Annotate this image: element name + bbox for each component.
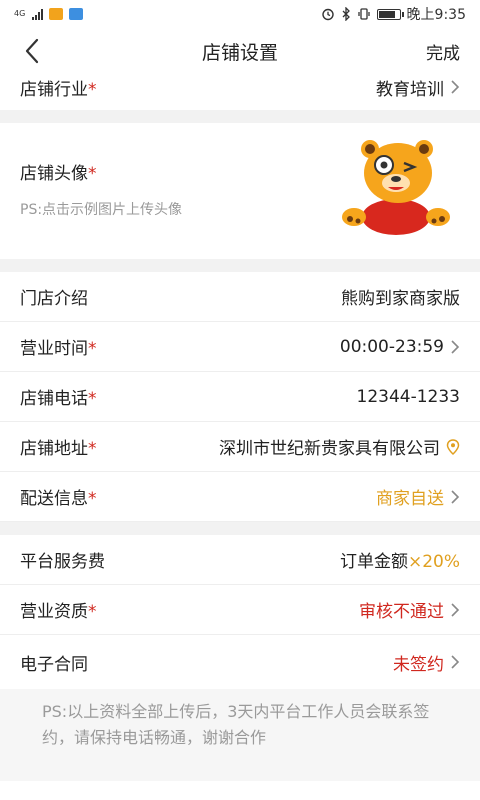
fee-value-highlight: ×20% — [407, 552, 460, 572]
industry-label: 店铺行业 — [20, 79, 88, 100]
required-mark: * — [88, 164, 97, 184]
address-value: 深圳市世纪新贵家具有限公司 — [219, 439, 440, 459]
intro-value: 熊购到家商家版 — [341, 289, 460, 309]
industry-value: 教育培训 — [376, 79, 444, 100]
delivery-label: 配送信息 — [20, 489, 88, 509]
page-title: 店铺设置 — [201, 41, 278, 64]
contract-row[interactable]: 电子合同 未签约 — [0, 635, 480, 689]
required-mark: * — [88, 489, 97, 509]
chevron-right-icon — [451, 489, 460, 504]
section-divider — [0, 110, 480, 123]
phone-row[interactable]: 店铺电话* 12344-1233 — [0, 372, 480, 422]
network-label: 4G — [14, 9, 26, 18]
avatar-label: 店铺头像 — [20, 164, 88, 184]
avatar-section: 店铺头像* PS:点击示例图片上传头像 — [0, 123, 480, 259]
chevron-right-icon — [451, 602, 460, 617]
required-mark: * — [88, 339, 97, 359]
delivery-value: 商家自送 — [376, 489, 444, 509]
signal-icon — [32, 8, 44, 20]
qualification-label: 营业资质 — [20, 602, 88, 622]
section-divider — [0, 522, 480, 535]
status-bar: 4G 晚上9:35 — [0, 0, 480, 28]
contract-status: 未签约 — [393, 654, 444, 675]
industry-row[interactable]: 店铺行业* 教育培训 — [0, 64, 480, 110]
address-row[interactable]: 店铺地址* 深圳市世纪新贵家具有限公司 — [0, 422, 480, 472]
chevron-right-icon — [451, 339, 460, 354]
fee-value-prefix: 订单金额 — [339, 552, 408, 572]
required-mark: * — [88, 439, 97, 459]
fee-row: 平台服务费 订单金额×20% — [0, 535, 480, 585]
hours-value: 00:00-23:59 — [339, 336, 444, 357]
back-chevron-left-icon[interactable] — [18, 36, 48, 66]
avatar-bear-image[interactable] — [338, 139, 462, 239]
required-mark: * — [88, 389, 97, 409]
section-divider — [0, 259, 480, 272]
address-label: 店铺地址 — [20, 439, 88, 459]
chevron-right-icon — [451, 80, 460, 94]
contract-label: 电子合同 — [20, 654, 88, 675]
app-notification-icon — [49, 8, 64, 20]
avatar-hint: PS:点击示例图片上传头像 — [20, 202, 183, 218]
hours-label: 营业时间 — [20, 339, 88, 359]
hours-row[interactable]: 营业时间* 00:00-23:59 — [0, 322, 480, 372]
phone-label: 店铺电话 — [20, 389, 88, 409]
alarm-icon — [321, 8, 334, 21]
qualification-row[interactable]: 营业资质* 审核不通过 — [0, 585, 480, 635]
chevron-right-icon — [451, 655, 460, 669]
intro-label: 门店介绍 — [20, 289, 88, 309]
required-mark: * — [88, 79, 97, 100]
bluetooth-icon — [342, 7, 350, 21]
clock: 晚上9:35 — [406, 7, 466, 23]
contract-note: PS:以上资料全部上传后，3天内平台工作人员会联系签约，请保持电话畅通，谢谢合作 — [0, 689, 480, 781]
battery-icon — [376, 8, 404, 20]
done-button[interactable]: 完成 — [426, 39, 460, 64]
fee-label: 平台服务费 — [20, 552, 105, 572]
location-pin-icon[interactable] — [446, 438, 460, 455]
phone-value: 12344-1233 — [356, 386, 460, 407]
delivery-row[interactable]: 配送信息* 商家自送 — [0, 472, 480, 522]
mail-notification-icon — [69, 8, 84, 20]
required-mark: * — [88, 602, 97, 622]
partial-row — [0, 781, 480, 800]
vibrate-icon — [357, 8, 370, 20]
qualification-status: 审核不通过 — [359, 602, 444, 622]
intro-row[interactable]: 门店介绍 熊购到家商家版 — [0, 272, 480, 322]
